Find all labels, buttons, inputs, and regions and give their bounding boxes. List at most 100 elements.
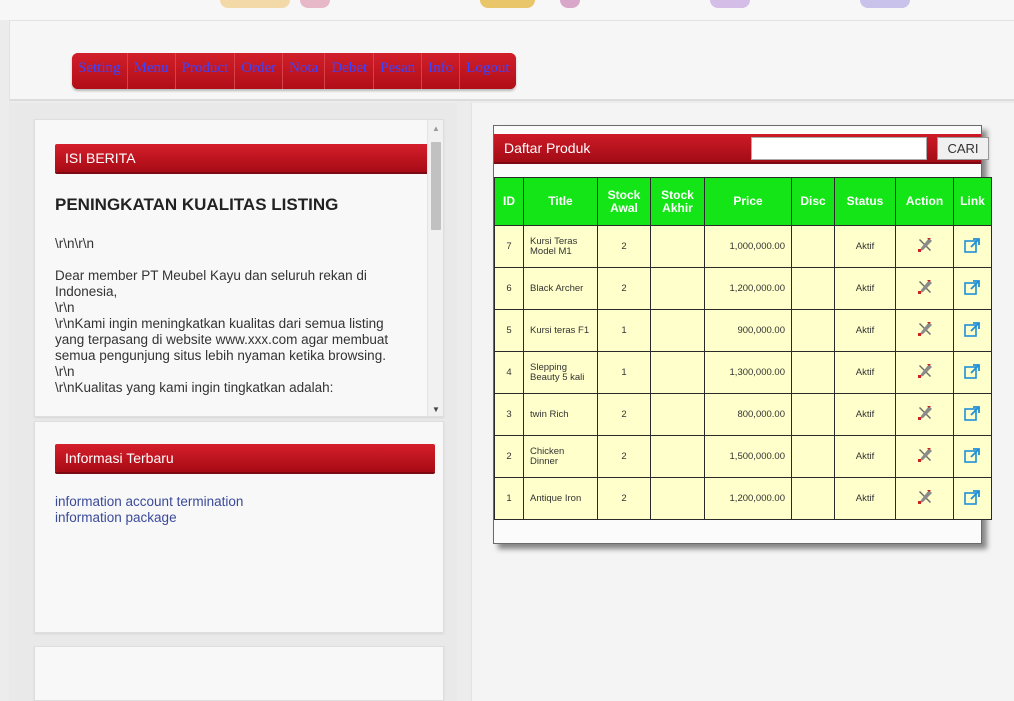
cell-stock-akhir <box>650 477 705 520</box>
table-row: 2 Chicken Dinner 2 1,500,000.00 Aktif <box>494 435 992 478</box>
product-table: ID Title Stock Awal Stock Akhir Price Disc Sta… <box>494 177 992 520</box>
banner-decoration <box>860 0 910 8</box>
cell-id: 7 <box>494 225 524 268</box>
banner-strip <box>0 0 1014 20</box>
cell-price: 1,000,000.00 <box>704 225 792 268</box>
tools-icon[interactable] <box>917 279 933 296</box>
tools-icon[interactable] <box>917 405 933 422</box>
banner-decoration <box>710 0 750 8</box>
cell-stock-awal: 2 <box>597 267 651 310</box>
table-row: 7 Kursi Teras Model M1 2 1,000,000.00 Aktif <box>494 225 992 268</box>
news-scrollbar[interactable]: ▲ ▼ <box>427 120 443 416</box>
cell-stock-akhir <box>650 435 705 478</box>
table-body: 7 Kursi Teras Model M1 2 1,000,000.00 Aktif 6… <box>494 225 992 520</box>
table-row: 4 Slepping Beauty 5 kali 1 1,300,000.00 Akti… <box>494 351 992 394</box>
search-input[interactable] <box>751 137 927 160</box>
blank-panel <box>34 646 444 701</box>
search-button[interactable]: CARI <box>937 137 989 160</box>
cell-stock-awal: 2 <box>597 393 651 436</box>
cell-price: 800,000.00 <box>704 393 792 436</box>
cell-status: Aktif <box>834 225 896 268</box>
external-link-icon[interactable] <box>964 321 981 338</box>
tools-icon[interactable] <box>917 489 933 506</box>
nav-item-product[interactable]: Product <box>175 53 236 89</box>
cell-disc <box>791 393 835 436</box>
info-links: information account termination informat… <box>55 494 243 526</box>
news-panel[interactable]: ISI BERITA PENINGKATAN KUALITAS LISTING … <box>34 119 444 417</box>
cell-action <box>895 309 954 352</box>
info-link-package[interactable]: information package <box>55 510 243 526</box>
cell-price: 1,300,000.00 <box>704 351 792 394</box>
tools-icon[interactable] <box>917 321 933 338</box>
product-list-panel: Daftar Produk CARI ID Title Stock Awal Stoc… <box>493 125 992 544</box>
cell-action <box>895 477 954 520</box>
cell-disc <box>791 477 835 520</box>
banner-decoration <box>220 0 290 8</box>
nav-item-debet[interactable]: Debet <box>325 53 375 89</box>
cell-stock-awal: 1 <box>597 309 651 352</box>
product-list-header: Daftar Produk CARI <box>494 134 989 162</box>
nav-item-pesan[interactable]: Pesan <box>374 53 423 89</box>
cell-title: Chicken Dinner <box>523 435 598 478</box>
cell-status: Aktif <box>834 309 896 352</box>
table-row: 5 Kursi teras F1 1 900,000.00 Aktif <box>494 309 992 352</box>
external-link-icon[interactable] <box>964 489 981 506</box>
cell-price: 1,200,000.00 <box>704 267 792 310</box>
cell-id: 2 <box>494 435 524 478</box>
external-link-icon[interactable] <box>964 279 981 296</box>
cell-stock-akhir <box>650 309 705 352</box>
header: Setting Menu Product Order Nota Debet Pesan Inf… <box>9 20 1014 101</box>
tools-icon[interactable] <box>917 447 933 464</box>
nav-item-order[interactable]: Order <box>235 53 284 89</box>
cell-title: Slepping Beauty 5 kali <box>523 351 598 394</box>
news-line: \r\n <box>55 364 75 379</box>
nav-item-info[interactable]: Info <box>422 53 461 89</box>
tools-icon[interactable] <box>917 237 933 254</box>
scroll-down-arrow-icon[interactable]: ▼ <box>432 405 440 414</box>
cell-link <box>953 351 992 394</box>
banner-decoration <box>300 0 330 8</box>
cell-disc <box>791 309 835 352</box>
scroll-up-arrow-icon[interactable]: ▲ <box>432 124 440 133</box>
table-row: 6 Black Archer 2 1,200,000.00 Aktif <box>494 267 992 310</box>
external-link-icon[interactable] <box>964 447 981 464</box>
cell-action <box>895 351 954 394</box>
cell-disc <box>791 351 835 394</box>
external-link-icon[interactable] <box>964 363 981 380</box>
cell-action <box>895 393 954 436</box>
news-line: \r\n <box>55 300 75 315</box>
cell-price: 900,000.00 <box>704 309 792 352</box>
cell-disc <box>791 225 835 268</box>
tools-icon[interactable] <box>917 363 933 380</box>
right-column: Daftar Produk CARI ID Title Stock Awal Stoc… <box>471 103 1014 701</box>
cell-link <box>953 435 992 478</box>
nav-item-setting[interactable]: Setting <box>72 53 128 89</box>
scroll-thumb[interactable] <box>431 142 441 230</box>
external-link-icon[interactable] <box>964 405 981 422</box>
table-header-row: ID Title Stock Awal Stock Akhir Price Disc Sta… <box>494 177 992 226</box>
column-header: Disc <box>791 177 835 226</box>
nav-item-nota[interactable]: Nota <box>283 53 326 89</box>
nav-item-logout[interactable]: Logout <box>460 53 516 89</box>
column-header: ID <box>494 177 524 226</box>
info-panel-heading: Informasi Terbaru <box>55 444 435 472</box>
cell-status: Aktif <box>834 435 896 478</box>
cell-stock-akhir <box>650 393 705 436</box>
nav-item-menu[interactable]: Menu <box>127 53 176 89</box>
column-header: Status <box>834 177 896 226</box>
cell-stock-awal: 1 <box>597 351 651 394</box>
news-title: PENINGKATAN KUALITAS LISTING <box>55 195 339 214</box>
news-panel-heading: ISI BERITA <box>55 144 435 172</box>
external-link-icon[interactable] <box>964 237 981 254</box>
banner-decoration <box>480 0 535 8</box>
cell-status: Aktif <box>834 477 896 520</box>
cell-action <box>895 267 954 310</box>
cell-title: Kursi Teras Model M1 <box>523 225 598 268</box>
column-header: Action <box>895 177 954 226</box>
cell-link <box>953 477 992 520</box>
cell-id: 1 <box>494 477 524 520</box>
table-row: 1 Antique Iron 2 1,200,000.00 Aktif <box>494 477 992 520</box>
info-link-account-termination[interactable]: information account termination <box>55 494 243 510</box>
cell-action <box>895 225 954 268</box>
cell-link <box>953 225 992 268</box>
